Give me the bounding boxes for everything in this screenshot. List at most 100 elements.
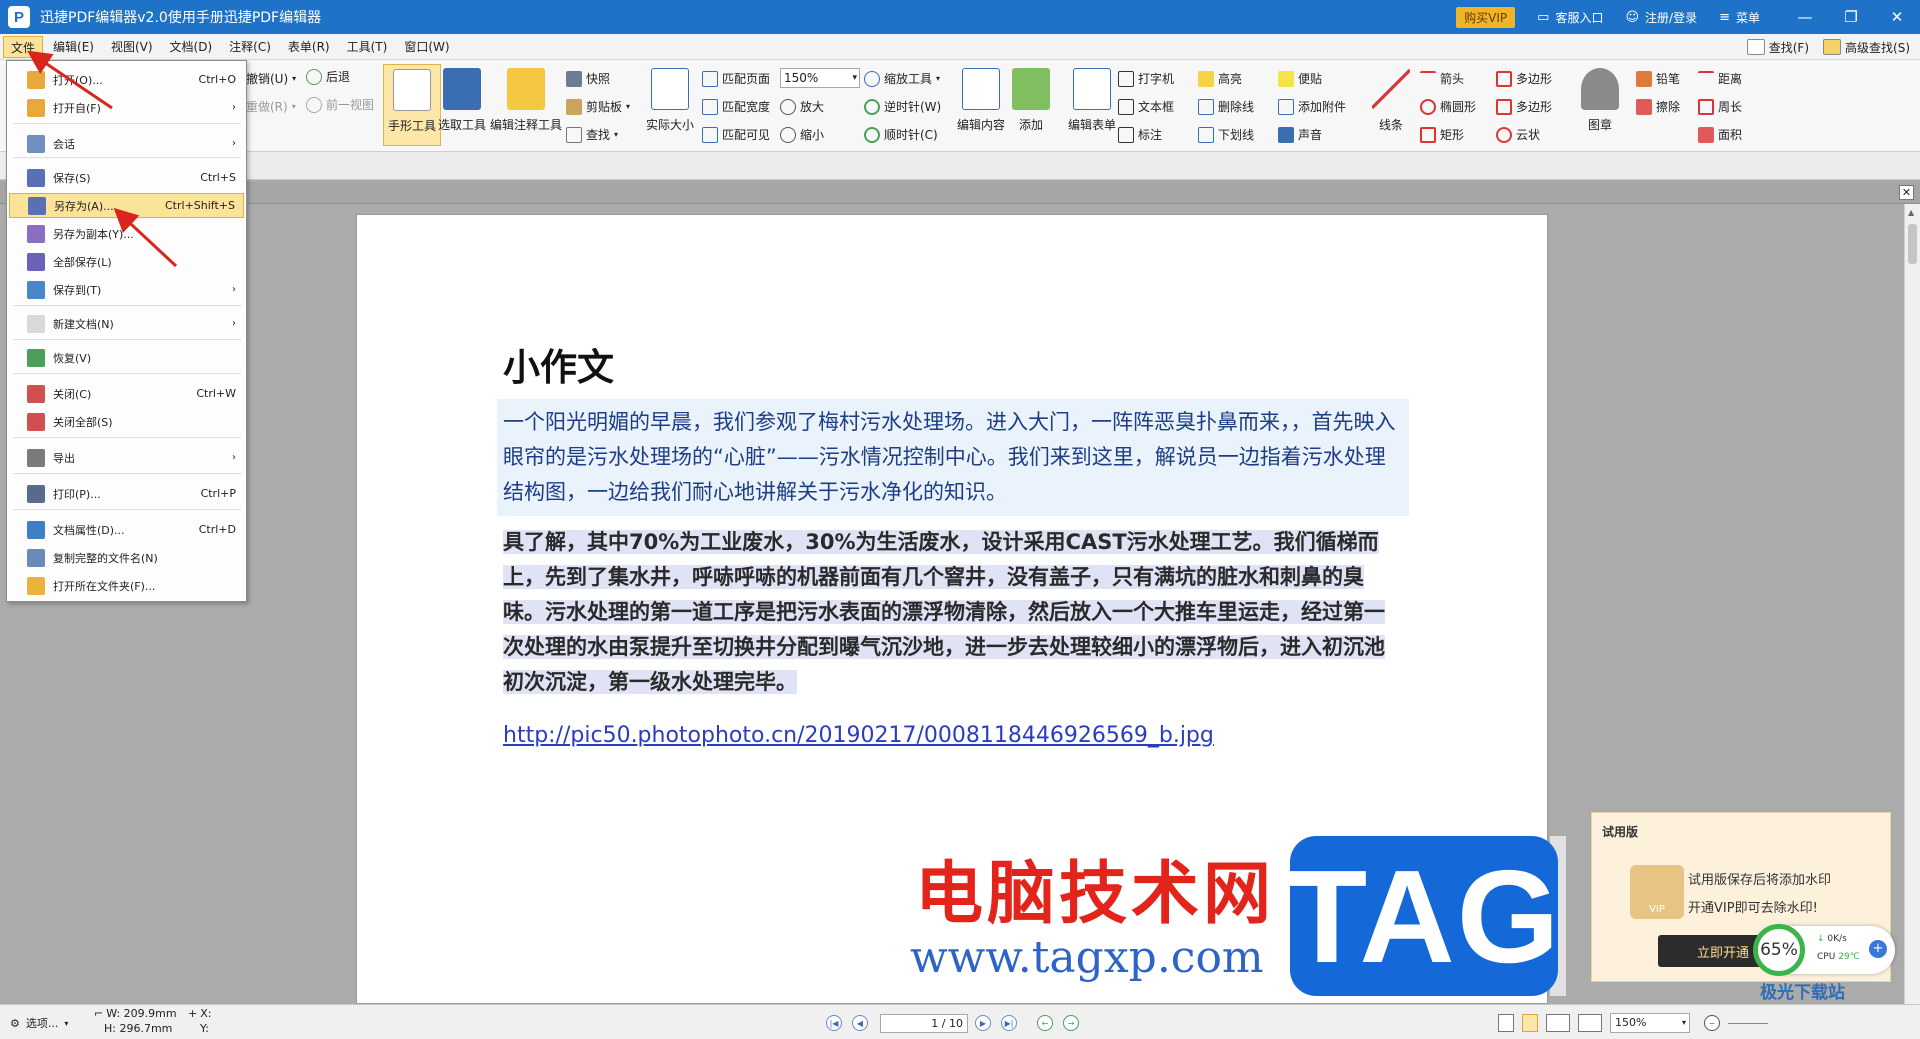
polygon-button[interactable]: 多边形 [1496, 70, 1552, 87]
menu-window[interactable]: 窗口(W) [397, 36, 456, 58]
file-menu-item-export[interactable]: 导出 › [9, 445, 244, 470]
textbox-button[interactable]: 文本框 [1118, 98, 1174, 115]
add-button[interactable]: 添加 [1005, 64, 1057, 146]
file-menu-item-new-document[interactable]: 新建文档(N) › [9, 311, 244, 336]
paragraph-bold[interactable]: 具了解，其中70%为工业废水，30%为生活废水，设计采用CAST污水处理工艺。我… [503, 525, 1403, 700]
sticky-note-button[interactable]: 便贴 [1278, 70, 1322, 87]
performance-widget[interactable]: 65% ↓ 0K/s CPU 29℃ + [1753, 924, 1895, 976]
sound-button[interactable]: 声音 [1278, 126, 1322, 143]
vertical-scrollbar[interactable]: ▲ [1904, 204, 1920, 1004]
underline-button[interactable]: 下划线 [1198, 126, 1254, 143]
clipboard-button[interactable]: 剪贴板 ▾ [566, 98, 630, 115]
menu-form[interactable]: 表单(R) [281, 36, 337, 58]
file-menu-item-save-as[interactable]: 另存为(A)... Ctrl+Shift+S [9, 193, 244, 218]
nav-forward-button[interactable]: → [1063, 1015, 1079, 1031]
area-button[interactable]: 面积 [1698, 126, 1742, 143]
file-menu-item-copy-full-filename[interactable]: 复制完整的文件名(N) [9, 545, 244, 570]
attach-file-button[interactable]: 添加附件 [1278, 98, 1346, 115]
arrow-shape-button[interactable]: 箭头 [1420, 70, 1464, 87]
scroll-up-icon[interactable]: ▲ [1908, 208, 1914, 217]
menu-edit[interactable]: 编辑(E) [46, 36, 101, 58]
main-menu-button[interactable]: ≡ 菜单 [1719, 9, 1760, 26]
paragraph-selected[interactable]: 一个阳光明媚的早晨，我们参观了梅村污水处理场。进入大门，一阵阵恶臭扑鼻而来，，首… [497, 399, 1409, 516]
menu-tools[interactable]: 工具(T) [340, 36, 395, 58]
status-zoom-out-button[interactable]: − [1704, 1015, 1720, 1031]
file-menu-item-doc-properties[interactable]: 文档属性(D)... Ctrl+D [9, 517, 244, 542]
menu-comment[interactable]: 注释(C) [222, 36, 278, 58]
edit-annotation-button[interactable]: 编辑注释工具 [490, 64, 562, 146]
forward-view-button[interactable]: 前一视图 [306, 96, 374, 113]
callout-button[interactable]: 标注 [1118, 126, 1162, 143]
file-menu-item-save-copy[interactable]: 另存为副本(Y)... [9, 221, 244, 246]
stamp-button[interactable]: 图章 [1572, 64, 1628, 146]
continuous-view-icon[interactable] [1522, 1014, 1538, 1032]
close-document-button[interactable]: ✕ [1899, 185, 1914, 200]
edit-form-button[interactable]: 编辑表单 [1060, 64, 1124, 146]
nav-back-button[interactable]: ← [1037, 1015, 1053, 1031]
minimize-button[interactable]: — [1782, 0, 1828, 34]
fit-visible-button[interactable]: 匹配可见 [702, 126, 770, 143]
file-menu-item-close-all[interactable]: 关闭全部(S) [9, 409, 244, 434]
service-button[interactable]: ▭ 客服入口 [1537, 9, 1603, 26]
image-link[interactable]: http://pic50.photophoto.cn/20190217/0008… [503, 723, 1214, 748]
select-options-button[interactable]: ⚙ 选项... ▾ [10, 1015, 68, 1031]
typewriter-button[interactable]: 打字机 [1118, 70, 1174, 87]
polyline-button[interactable]: 多边形 [1496, 98, 1552, 115]
edit-content-button[interactable]: 编辑内容 [952, 64, 1010, 146]
file-menu-item-open[interactable]: 打开(O)... Ctrl+O [9, 67, 244, 92]
pencil-button[interactable]: 铅笔 [1636, 70, 1680, 87]
perimeter-button[interactable]: 周长 [1698, 98, 1742, 115]
zoom-select[interactable]: 150% ▾ [780, 68, 860, 88]
find-button[interactable]: 查找(F) [1746, 36, 1809, 58]
file-menu-item-restore[interactable]: 恢复(V) [9, 345, 244, 370]
next-page-button[interactable]: ▶ [975, 1015, 991, 1031]
cloud-button[interactable]: 云状 [1496, 126, 1540, 143]
file-menu-item-open-folder[interactable]: 打开所在文件夹(F)... [9, 573, 244, 598]
undo-button[interactable]: 撤销(U) ▾ [246, 70, 296, 87]
zoom-slider[interactable] [1728, 1023, 1768, 1024]
eraser-button[interactable]: 擦除 [1636, 98, 1680, 115]
ellipse-button[interactable]: 椭圆形 [1420, 98, 1476, 115]
facing-view-icon[interactable] [1546, 1014, 1570, 1032]
select-tool-button[interactable]: 选取工具 [433, 64, 491, 146]
menu-view[interactable]: 视图(V) [104, 36, 160, 58]
file-menu-item-save-to[interactable]: 保存到(T) › [9, 277, 244, 302]
fit-width-button[interactable]: 匹配宽度 [702, 98, 770, 115]
strikeout-button[interactable]: 删除线 [1198, 98, 1254, 115]
maximize-button[interactable]: ❐ [1828, 0, 1874, 34]
zoom-tool-button[interactable]: 缩放工具 ▾ [864, 70, 940, 87]
rotate-cw-button[interactable]: 顺时针(C) [864, 126, 938, 143]
file-menu-item-open-from[interactable]: 打开自(F) › [9, 95, 244, 120]
file-menu-item-save-all[interactable]: 全部保存(L) [9, 249, 244, 274]
single-page-view-icon[interactable] [1498, 1014, 1514, 1032]
page-number-input[interactable]: 1 / 10 [880, 1014, 968, 1033]
file-menu-item-session[interactable]: 会话 › [9, 131, 244, 156]
actual-size-button[interactable]: 实际大小 [641, 64, 699, 146]
snapshot-button[interactable]: 快照 [566, 70, 610, 87]
back-button[interactable]: 后退 [306, 68, 350, 85]
zoom-out-button[interactable]: 缩小 [780, 126, 824, 143]
rotate-ccw-button[interactable]: 逆时针(W) [864, 98, 941, 115]
advanced-find-button[interactable]: 高级查找(S) [1823, 36, 1910, 58]
close-window-button[interactable]: ✕ [1874, 0, 1920, 34]
fit-page-button[interactable]: 匹配页面 [702, 70, 770, 87]
login-button[interactable]: ☺ 注册/登录 [1625, 9, 1697, 26]
first-page-button[interactable]: |◀ [826, 1015, 842, 1031]
scrollbar-thumb[interactable] [1908, 224, 1917, 264]
rectangle-button[interactable]: 矩形 [1420, 126, 1464, 143]
widget-plus-button[interactable]: + [1869, 940, 1887, 958]
buy-vip-button[interactable]: 购买VIP [1456, 6, 1516, 28]
file-menu-item-save[interactable]: 保存(S) Ctrl+S [9, 165, 244, 190]
file-menu-item-print[interactable]: 打印(P)... Ctrl+P [9, 481, 244, 506]
continuous-facing-view-icon[interactable] [1578, 1014, 1602, 1032]
redo-button[interactable]: 重做(R) ▾ [246, 98, 296, 115]
menu-file[interactable]: 文件 [3, 35, 44, 58]
menu-document[interactable]: 文档(D) [163, 36, 220, 58]
line-button[interactable]: 线条 [1368, 64, 1414, 146]
zoom-in-button[interactable]: 放大 [780, 98, 824, 115]
file-menu-item-close[interactable]: 关闭(C) Ctrl+W [9, 381, 244, 406]
prev-page-button[interactable]: ◀ [852, 1015, 868, 1031]
distance-button[interactable]: 距离 [1698, 70, 1742, 87]
find-tool-button[interactable]: 查找 ▾ [566, 126, 618, 143]
highlight-button[interactable]: 高亮 [1198, 70, 1242, 87]
